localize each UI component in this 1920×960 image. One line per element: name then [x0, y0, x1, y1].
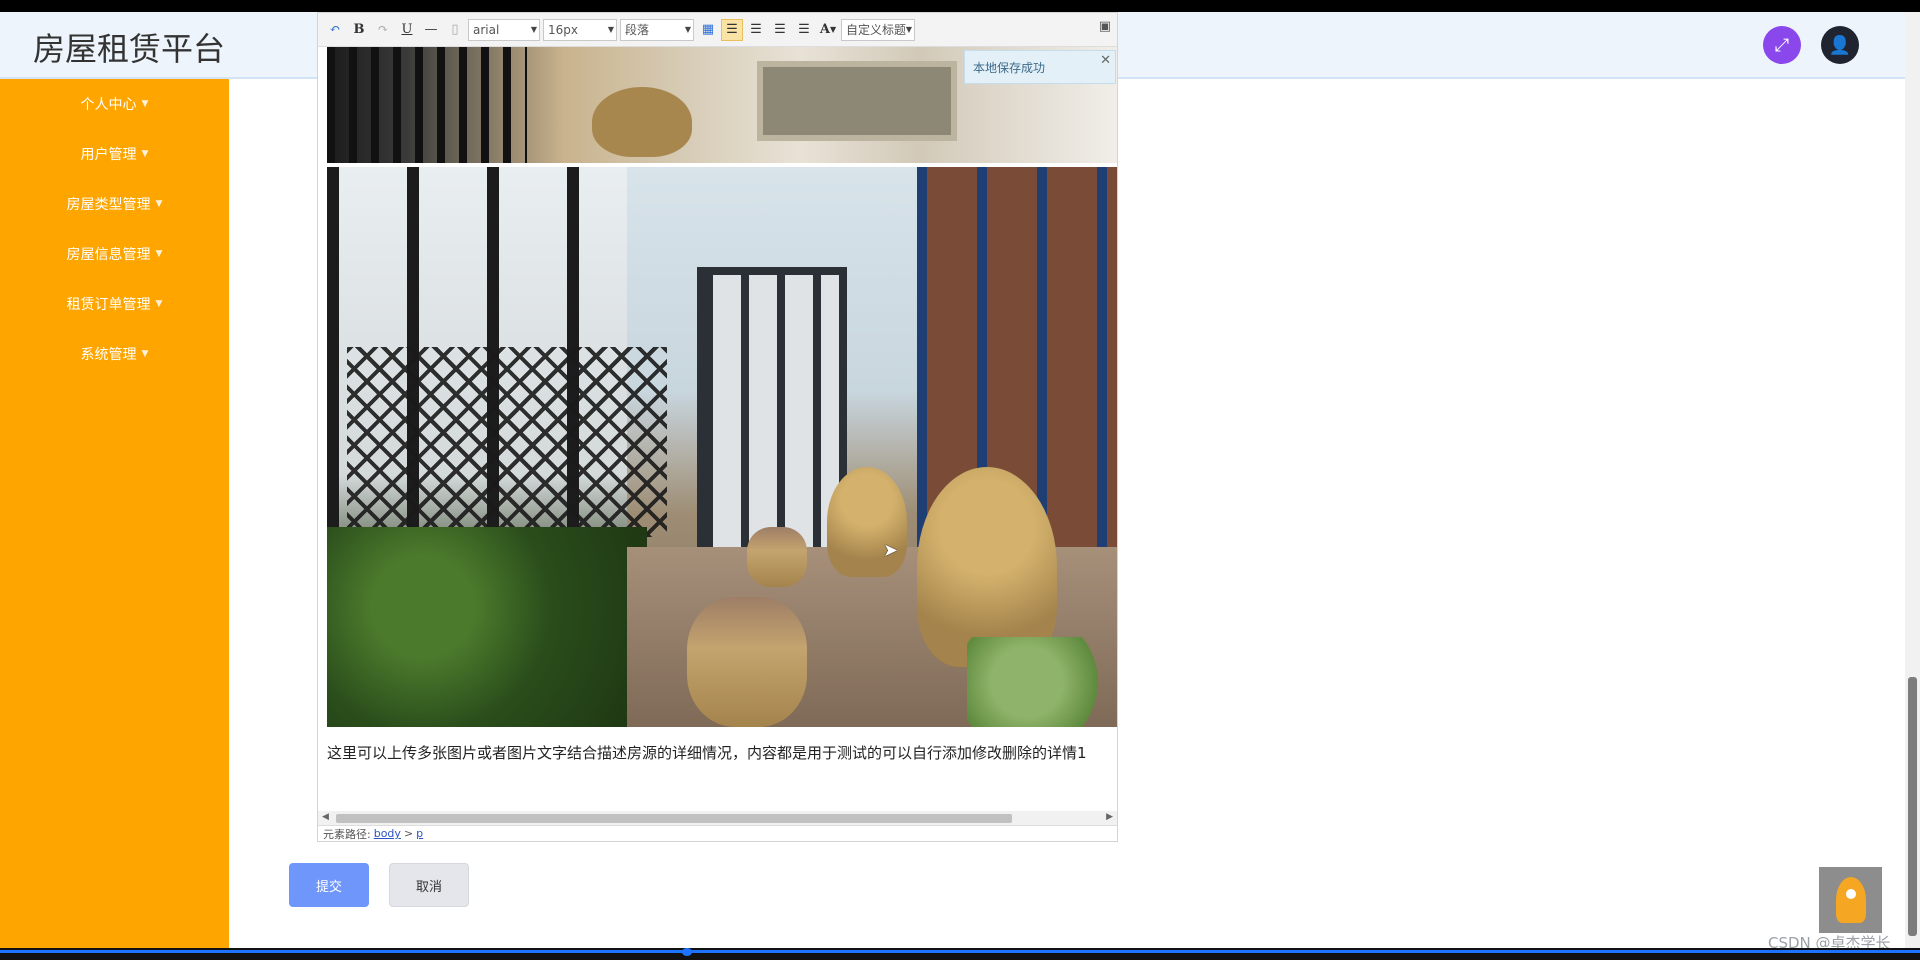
house-description-text: 这里可以上传多张图片或者图片文字结合描述房源的详细情况，内容都是用于测试的可以自… — [327, 744, 1087, 762]
vertical-scrollbar[interactable] — [1905, 12, 1920, 948]
chevron-down-icon: ▼ — [155, 199, 163, 209]
horizontal-scrollbar[interactable]: ◀ ▶ — [318, 811, 1117, 825]
element-path-bar: 元素路径: body > p — [318, 825, 1117, 841]
mouse-cursor-icon: ➤ — [883, 540, 899, 561]
align-justify-icon[interactable]: ☰ — [793, 19, 815, 41]
font-family-select[interactable]: arial ▼ — [468, 18, 540, 41]
horizontal-rule-icon[interactable]: — — [420, 19, 442, 41]
app-title: 房屋租赁平台 — [33, 30, 226, 68]
editor-toolbar: ↶ B ↷ U — ▯ arial ▼ 16px ▼ 段落 ▼ ▦ ☰ ☰ ☰ ☰ A… — [318, 13, 1117, 47]
app-window: 房屋租赁平台 ⤢ 👤 个人中心 ▼ 用户管理 ▼ 房屋类型管理 ▼ 房屋信息管理 ▼ 租… — [0, 12, 1920, 948]
align-center-icon[interactable]: ☰ — [769, 19, 791, 41]
taskbar — [0, 948, 1920, 960]
align-left-icon[interactable]: ☰ — [721, 18, 743, 41]
path-p-link[interactable]: p — [416, 827, 423, 840]
chevron-down-icon: ▼ — [155, 299, 163, 309]
font-color-icon[interactable]: A ▼ — [817, 19, 839, 41]
chevron-down-icon: ▼ — [141, 99, 149, 109]
rich-text-editor[interactable]: ↶ B ↷ U — ▯ arial ▼ 16px ▼ 段落 ▼ ▦ ☰ ☰ ☰ ☰ A… — [317, 12, 1118, 842]
cancel-button[interactable]: 取消 — [389, 863, 469, 907]
fullscreen-icon[interactable]: ⤢ — [1763, 26, 1801, 64]
scroll-right-icon[interactable]: ▶ — [1106, 812, 1113, 822]
dropdown-arrow-icon: ▼ — [905, 24, 912, 34]
user-avatar-icon[interactable]: 👤 — [1821, 26, 1859, 64]
sidebar-item-rental-order-management[interactable]: 租赁订单管理 ▼ — [0, 279, 229, 329]
scroll-left-icon[interactable]: ◀ — [322, 812, 329, 822]
watermark: CSDN @卓杰学长 — [1768, 934, 1891, 948]
back-to-top-rocket-icon[interactable] — [1819, 867, 1882, 933]
table-icon[interactable]: ▦ — [697, 19, 719, 41]
align-right-icon[interactable]: ☰ — [745, 19, 767, 41]
underline-icon[interactable]: U — [396, 19, 418, 41]
dropdown-arrow-icon: ▼ — [530, 24, 537, 34]
sidebar-item-house-type-management[interactable]: 房屋类型管理 ▼ — [0, 179, 229, 229]
page-break-icon[interactable]: ▯ — [444, 19, 466, 41]
sidebar-item-personal-center[interactable]: 个人中心 ▼ — [0, 79, 229, 129]
source-code-icon[interactable]: ▣ — [1099, 19, 1111, 34]
chevron-down-icon: ▼ — [141, 149, 149, 159]
paragraph-select[interactable]: 段落 ▼ — [620, 18, 694, 41]
sidebar-item-house-info-management[interactable]: 房屋信息管理 ▼ — [0, 229, 229, 279]
balcony-photo-2 — [327, 167, 1117, 727]
redo-icon[interactable]: ↷ — [372, 19, 394, 41]
close-icon[interactable]: ✕ — [1100, 53, 1111, 68]
dropdown-arrow-icon: ▼ — [607, 24, 614, 34]
submit-button[interactable]: 提交 — [289, 863, 369, 907]
sidebar-item-system-management[interactable]: 系统管理 ▼ — [0, 329, 229, 379]
editor-content[interactable]: 这里可以上传多张图片或者图片文字结合描述房源的详细情况，内容都是用于测试的可以自… — [327, 47, 1117, 811]
font-size-select[interactable]: 16px ▼ — [543, 18, 617, 41]
sidebar: 个人中心 ▼ 用户管理 ▼ 房屋类型管理 ▼ 房屋信息管理 ▼ 租赁订单管理 ▼ 系统管理… — [0, 79, 229, 948]
scrollbar-thumb[interactable] — [336, 814, 1012, 823]
dropdown-arrow-icon: ▼ — [684, 24, 691, 34]
custom-title-select[interactable]: 自定义标题 ▼ — [841, 18, 915, 41]
undo-icon[interactable]: ↶ — [324, 19, 346, 41]
sidebar-item-user-management[interactable]: 用户管理 ▼ — [0, 129, 229, 179]
bold-icon[interactable]: B — [348, 19, 370, 41]
chevron-down-icon: ▼ — [155, 249, 163, 259]
scrollbar-thumb[interactable] — [1908, 677, 1917, 936]
chevron-down-icon: ▼ — [141, 349, 149, 359]
save-toast: 本地保存成功 ✕ — [964, 50, 1116, 84]
path-body-link[interactable]: body — [374, 827, 401, 840]
